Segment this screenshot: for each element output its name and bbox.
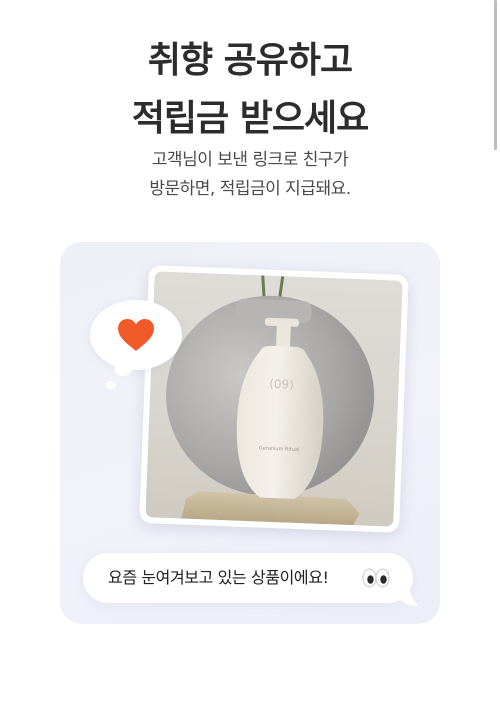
referral-promo-page: 취향 공유하고 적립금 받으세요 고객님이 보낸 링크로 친구가 방문하면, 적… — [0, 0, 500, 710]
product-illustration: (09) Geranium Ritual — [166, 275, 375, 526]
headline-line-1: 취향 공유하고 — [147, 40, 353, 81]
description-line-2: 방문하면, 적립금이 지급돼요. — [149, 179, 351, 199]
chat-message: 요즘 눈여겨보고 있는 상품이에요! — [108, 568, 329, 587]
product-brand-text: (09) — [269, 377, 294, 392]
promo-description: 고객님이 보낸 링크로 친구가 방문하면, 적립금이 지급돼요. — [0, 146, 500, 204]
product-photo: (09) Geranium Ritual — [145, 271, 403, 527]
description-line-1: 고객님이 보낸 링크로 친구가 — [151, 150, 349, 170]
reaction-bubble-tail — [114, 362, 132, 376]
headline-line-2: 적립금 받으세요 — [131, 98, 369, 139]
heart-icon — [118, 319, 154, 351]
reaction-bubble-tail-small — [106, 381, 116, 389]
product-photo-card: (09) Geranium Ritual — [139, 265, 409, 533]
promo-headline: 취향 공유하고 적립금 받으세요 — [0, 32, 500, 148]
eyes-icon — [362, 568, 390, 588]
chat-bubble-tail — [396, 590, 418, 606]
